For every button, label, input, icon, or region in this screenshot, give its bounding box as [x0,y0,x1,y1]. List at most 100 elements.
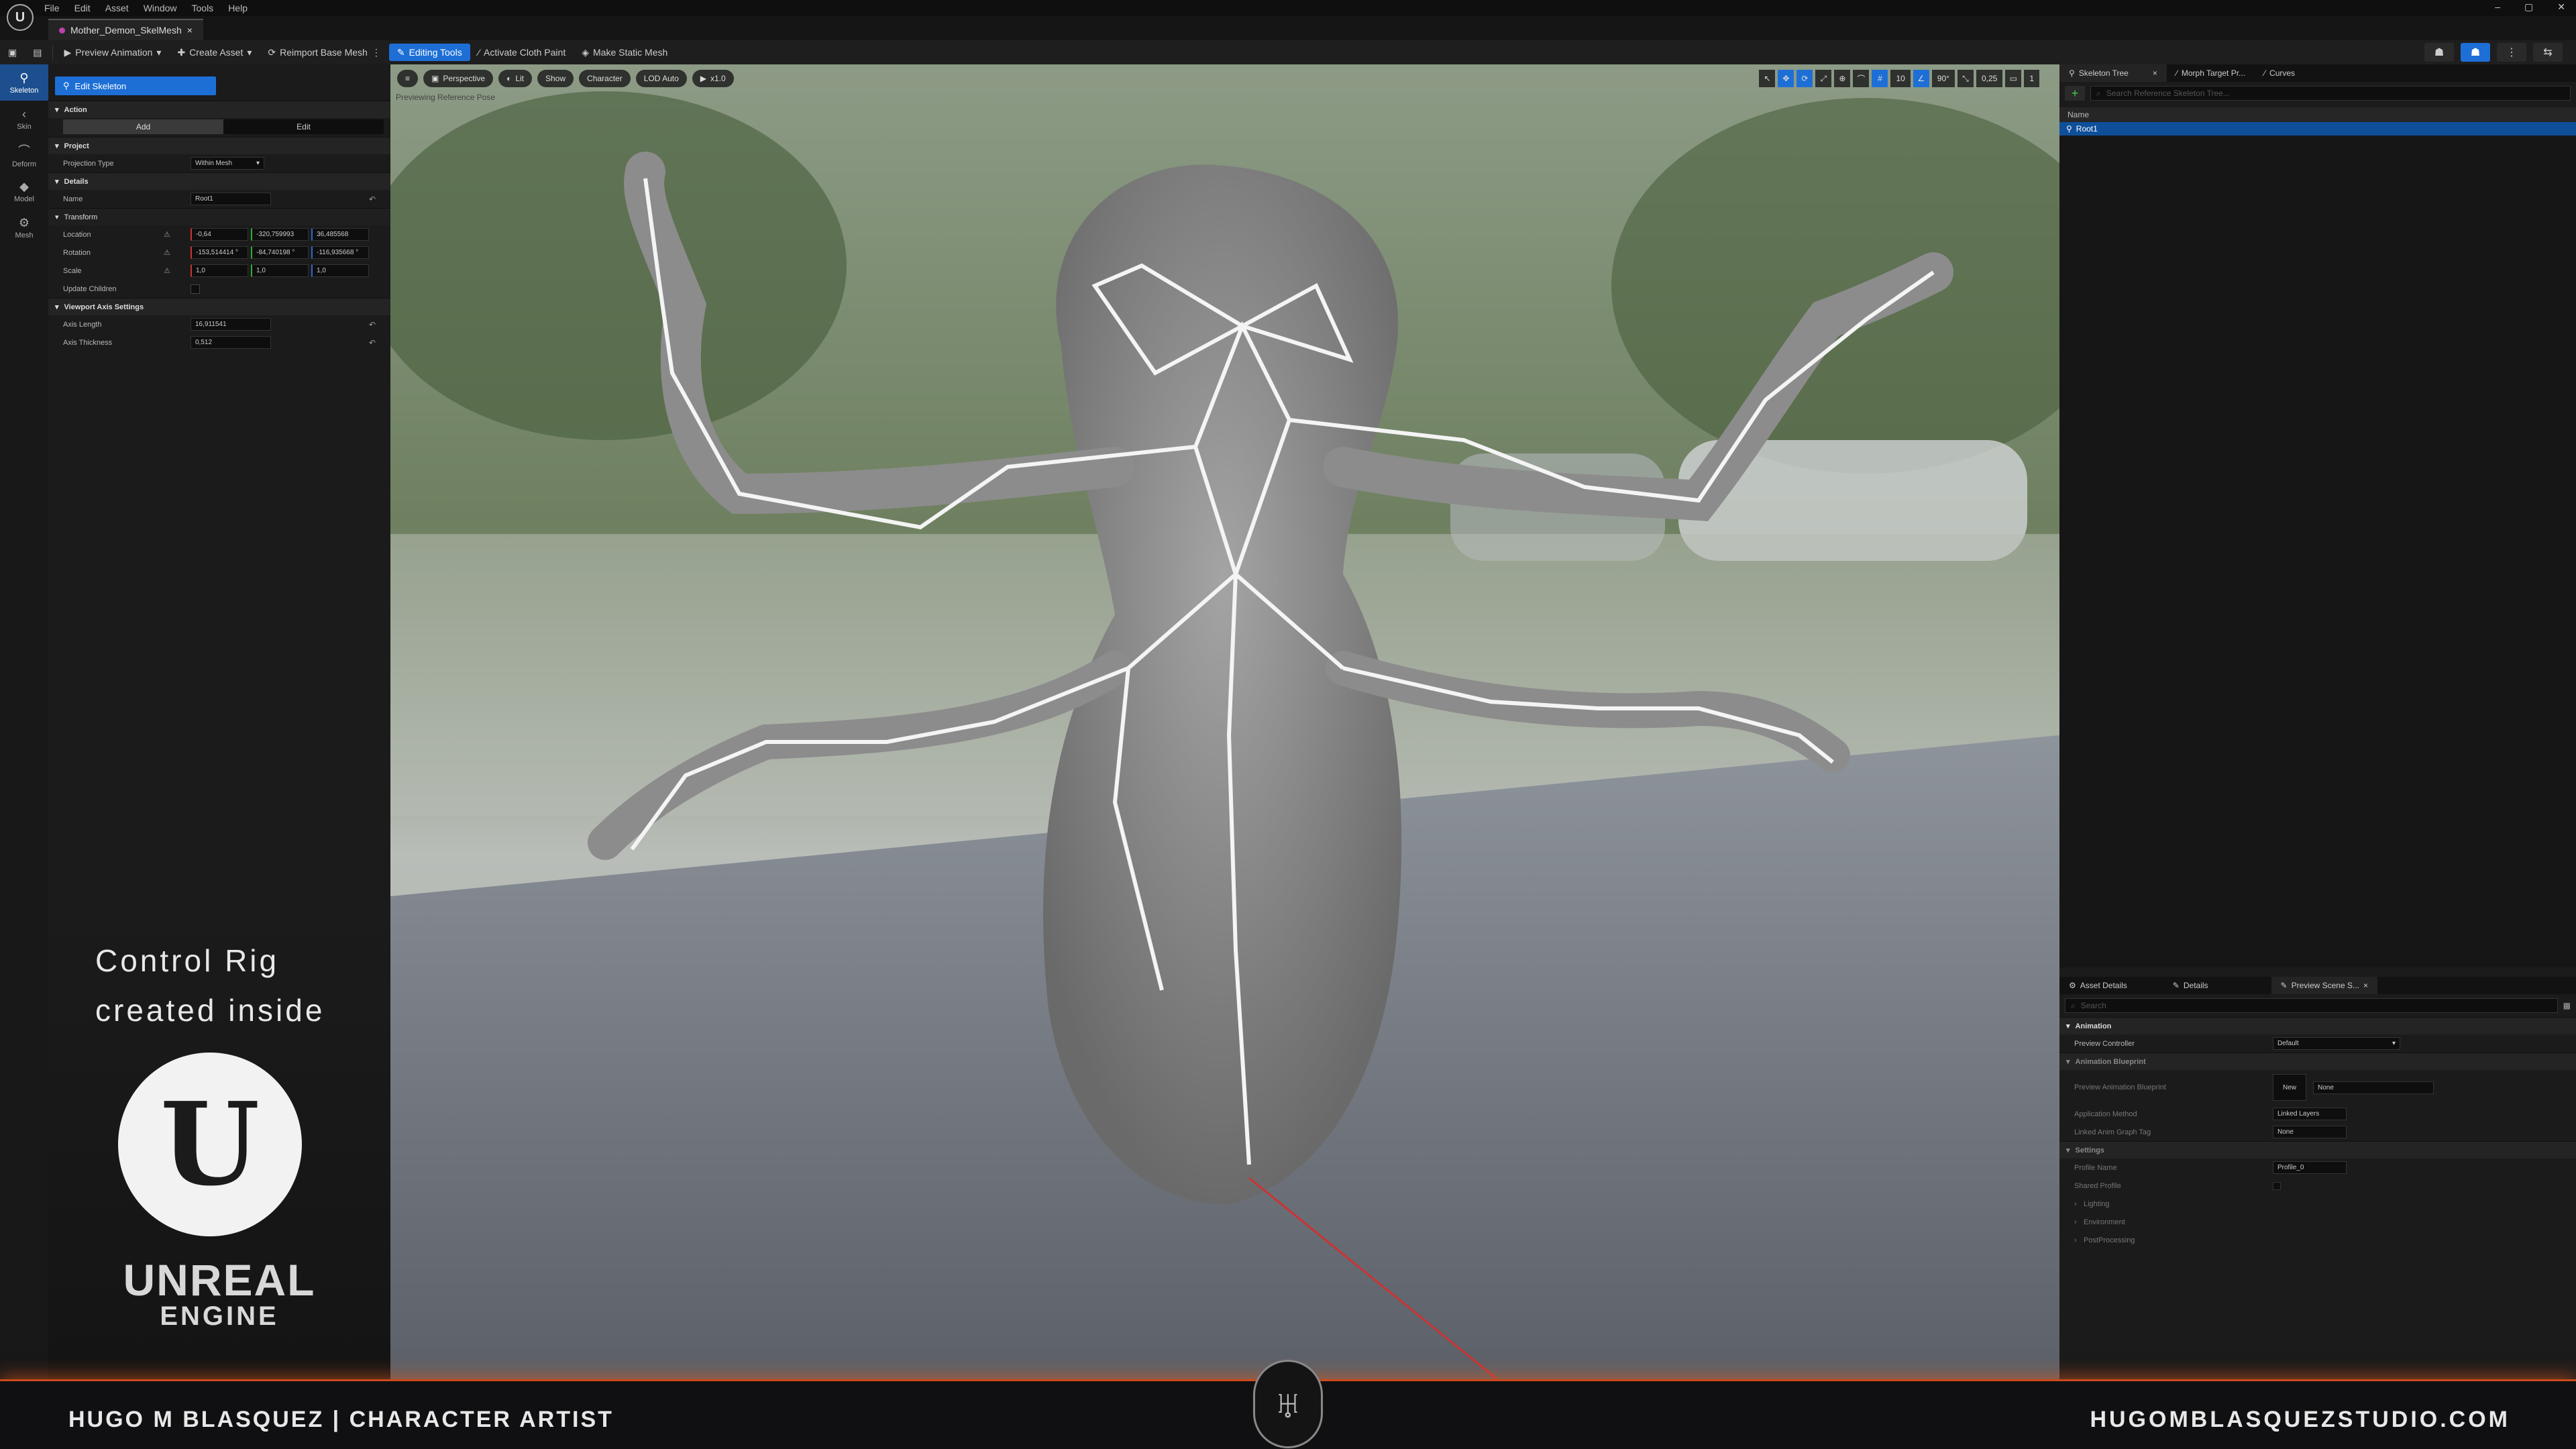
browse-icon[interactable]: ▤ [25,44,50,61]
rotation-z-field[interactable]: -116,935668 ° [311,246,369,259]
mode-model[interactable]: ◆ Model [0,173,48,209]
transform-category[interactable]: ▾ Transform [48,208,390,225]
reset-icon[interactable]: ↶ [369,320,376,329]
menu-window[interactable]: Window [144,3,177,13]
lod-button[interactable]: LOD Auto [635,70,687,87]
details-search-input[interactable]: ⌕ Search [2065,998,2558,1013]
activate-cloth-paint-button[interactable]: ⁄ Activate Cloth Paint [470,44,574,61]
preview-controller-dropdown[interactable]: Default ▾ [2273,1037,2400,1050]
lighting-collapsed-row[interactable]: › Lighting [2059,1195,2576,1213]
grid-view-icon[interactable]: ▦ [2563,1001,2571,1010]
preview-animation-blueprint-dropdown[interactable]: None [2313,1081,2434,1094]
name-column-header[interactable]: Name [2059,107,2576,122]
save-icon[interactable]: ▣ [0,44,25,61]
mode-skeleton[interactable]: ⚲ Skeleton [0,64,48,101]
scale-x-field[interactable]: 1,0 [191,264,248,277]
shared-profile-checkbox[interactable] [2273,1181,2281,1190]
menu-tools[interactable]: Tools [192,3,214,13]
name-field[interactable]: Root1 [191,193,271,205]
camera-speed-value[interactable]: 1 [2024,70,2039,87]
tree-row-root[interactable]: ⚲ Root1 [2059,122,2576,136]
update-children-checkbox[interactable] [191,284,200,294]
mode-mesh[interactable]: ⚙ Mesh [0,209,48,246]
project-category[interactable]: ▾ Project [48,137,390,154]
surface-snap-icon[interactable]: ⌒ [1853,70,1870,87]
tab-close-icon[interactable]: × [2153,68,2157,78]
rotate-icon[interactable]: ⟳ [1796,70,1813,87]
minimize-icon[interactable]: – [2495,1,2500,13]
tab-skeleton-tree[interactable]: ⚲ Skeleton Tree × [2059,64,2167,82]
action-category[interactable]: ▾ Action [48,101,390,118]
camera-speed-icon[interactable]: ▭ [2005,70,2022,87]
settings-category[interactable]: ▾ Settings [2059,1141,2576,1159]
playback-speed-button[interactable]: ▶ x1.0 [692,70,734,87]
mode-deform[interactable]: ⌒ Deform [0,137,48,173]
more-options-icon[interactable]: ⋮ [2497,43,2526,62]
grid-snap-icon[interactable]: # [1872,70,1888,87]
animation-mode-icon[interactable]: ⇆ [2533,43,2563,62]
location-x-field[interactable]: -0,64 [191,228,248,241]
skeleton-mode-icon[interactable]: ☗ [2424,43,2454,62]
editing-tools-button[interactable]: ✎ Editing Tools [388,44,470,61]
world-local-icon[interactable]: ⊕ [1834,70,1851,87]
menu-help[interactable]: Help [228,3,248,13]
lit-button[interactable]: ◐ Lit [498,70,532,87]
lock-icon[interactable]: ⚠ [164,266,191,275]
tab-preview-scene-settings[interactable]: ✎ Preview Scene S... × [2271,977,2378,994]
projection-type-dropdown[interactable]: Within Mesh ▾ [191,157,264,170]
angle-snap-value[interactable]: 90° [1931,70,1955,87]
viewport-options-icon[interactable]: ≡ [397,70,419,87]
profile-name-field[interactable]: Profile_0 [2273,1161,2347,1174]
scale-z-field[interactable]: 1,0 [311,264,369,277]
tab-asset-details[interactable]: ⚙ Asset Details [2059,977,2137,994]
tab-morph-target-preview[interactable]: ⁄ Morph Target Pr... [2167,64,2255,82]
rotation-x-field[interactable]: -153,514414 ° [191,246,248,259]
environment-collapsed-row[interactable]: › Environment [2059,1213,2576,1231]
close-icon[interactable]: ✕ [2557,1,2565,13]
reset-icon[interactable]: ↶ [369,195,376,204]
scale-y-field[interactable]: 1,0 [251,264,309,277]
reimport-base-mesh-button[interactable]: ⟳ Reimport Base Mesh ⋮ [260,44,388,61]
angle-snap-icon[interactable]: ∠ [1913,70,1929,87]
axis-length-field[interactable]: 16,911541 [191,318,271,331]
viewport-axis-category[interactable]: ▾ Viewport Axis Settings [48,298,390,315]
grid-snap-value[interactable]: 10 [1890,70,1911,87]
scale-snap-value[interactable]: 0,25 [1976,70,2003,87]
make-static-mesh-button[interactable]: ◈ Make Static Mesh [574,44,676,61]
lock-icon[interactable]: ⚠ [164,230,191,239]
add-action-button[interactable]: Add [63,119,223,134]
document-tab[interactable]: Mother_Demon_SkelMesh × [48,19,203,40]
new-blueprint-button[interactable]: New [2273,1074,2306,1101]
tab-curves[interactable]: ⁄ Curves [2255,64,2304,82]
location-z-field[interactable]: 36,485568 [311,228,369,241]
translate-icon[interactable]: ✥ [1778,70,1794,87]
lock-icon[interactable]: ⚠ [164,248,191,257]
edit-action-button[interactable]: Edit [223,119,384,134]
edit-skeleton-button[interactable]: ⚲ Edit Skeleton [55,76,216,95]
rotation-y-field[interactable]: -84,740198 ° [251,246,309,259]
axis-thickness-field[interactable]: 0,512 [191,336,271,349]
create-asset-button[interactable]: ✚ Create Asset ▾ [169,44,260,61]
tab-close-icon[interactable]: × [2363,981,2368,990]
application-method-dropdown[interactable]: Linked Layers [2273,1108,2347,1120]
character-button[interactable]: Character [579,70,631,87]
animation-category[interactable]: ▾ Animation [2059,1017,2576,1034]
add-bone-button[interactable]: + [2065,86,2085,101]
menu-edit[interactable]: Edit [74,3,91,13]
scale-icon[interactable]: ⤢ [1815,70,1832,87]
animation-blueprint-category[interactable]: ▾ Animation Blueprint [2059,1053,2576,1070]
mesh-mode-icon[interactable]: ☗ [2461,43,2490,62]
menu-file[interactable]: File [44,3,60,13]
show-button[interactable]: Show [537,70,574,87]
linked-anim-graph-tag-field[interactable]: None [2273,1126,2347,1138]
menu-asset[interactable]: Asset [105,3,129,13]
postprocessing-collapsed-row[interactable]: › PostProcessing [2059,1231,2576,1249]
3d-viewport[interactable]: ≡ ▣ Perspective ◐ Lit Show Character LOD A… [390,64,2059,1379]
maximize-icon[interactable]: ▢ [2524,1,2533,13]
preview-animation-button[interactable]: ▶ Preview Animation ▾ [56,44,169,61]
mode-skin[interactable]: ‹ Skin [0,101,48,137]
select-icon[interactable]: ↖ [1759,70,1776,87]
perspective-button[interactable]: ▣ Perspective [423,70,494,87]
location-y-field[interactable]: -320,759993 [251,228,309,241]
skeleton-tree-search-input[interactable]: ⌕ Search Reference Skeleton Tree... [2090,86,2571,101]
